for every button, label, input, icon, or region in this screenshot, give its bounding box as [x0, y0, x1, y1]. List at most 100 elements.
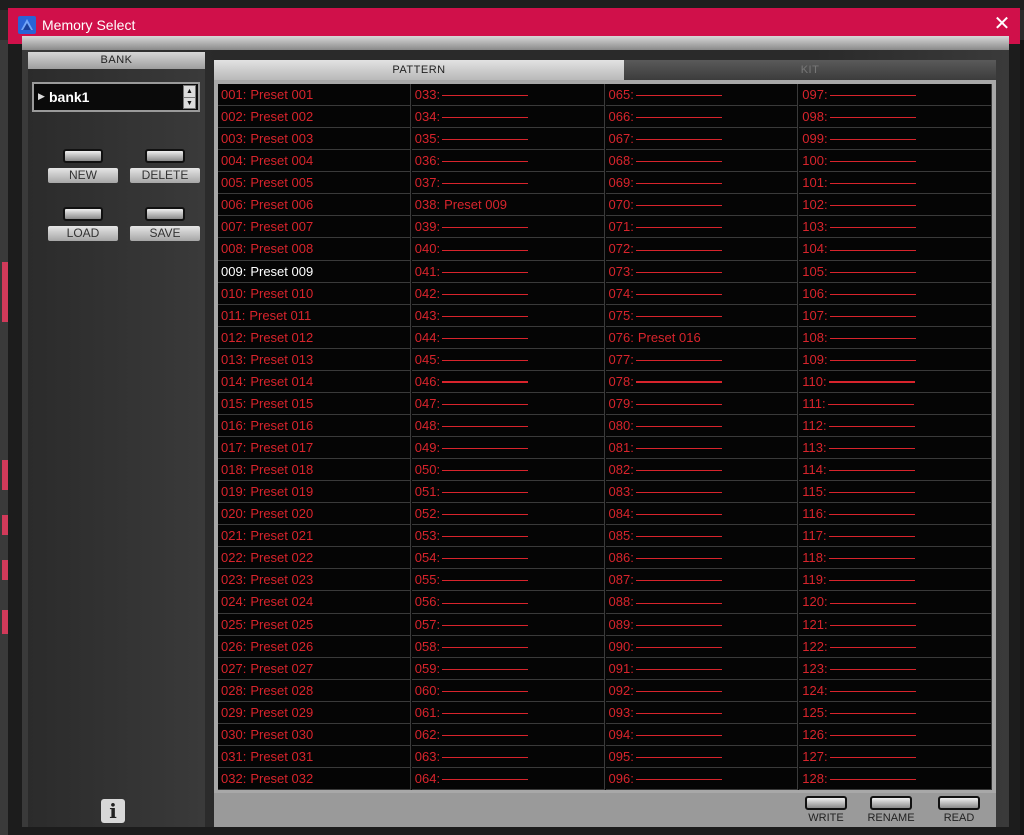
pattern-slot[interactable]: 045:	[411, 348, 605, 371]
pattern-slot[interactable]: 009: Preset 009	[218, 260, 411, 283]
pattern-slot[interactable]: 108:	[799, 326, 992, 349]
pattern-slot[interactable]: 115:	[799, 481, 992, 504]
pattern-slot[interactable]: 125:	[799, 701, 992, 724]
pattern-slot[interactable]: 116:	[799, 503, 992, 526]
pattern-slot[interactable]: 071:	[605, 216, 799, 239]
pattern-slot[interactable]: 099:	[799, 128, 992, 151]
pattern-slot[interactable]: 057:	[411, 613, 605, 636]
delete-button-cap[interactable]	[145, 149, 185, 163]
pattern-slot[interactable]: 093:	[605, 701, 799, 724]
pattern-slot[interactable]: 090:	[605, 635, 799, 658]
pattern-slot[interactable]: 035:	[411, 128, 605, 151]
pattern-slot[interactable]: 082:	[605, 459, 799, 482]
pattern-slot[interactable]: 037:	[411, 172, 605, 195]
pattern-slot[interactable]: 076: Preset 016	[605, 326, 799, 349]
tab-kit[interactable]: KIT	[624, 60, 996, 80]
pattern-slot[interactable]: 092:	[605, 679, 799, 702]
pattern-slot[interactable]: 043:	[411, 304, 605, 327]
pattern-slot[interactable]: 110:	[799, 370, 992, 393]
save-button[interactable]: SAVE	[130, 207, 200, 247]
read-button-cap[interactable]	[938, 796, 980, 810]
pattern-slot[interactable]: 034:	[411, 106, 605, 129]
pattern-slot[interactable]: 121:	[799, 613, 992, 636]
pattern-slot[interactable]: 053:	[411, 525, 605, 548]
read-button[interactable]: READ	[930, 793, 988, 827]
pattern-slot[interactable]: 124:	[799, 679, 992, 702]
pattern-slot[interactable]: 111:	[799, 392, 992, 415]
pattern-slot[interactable]: 127:	[799, 745, 992, 768]
pattern-slot[interactable]: 067:	[605, 128, 799, 151]
close-icon[interactable]: ✕	[990, 12, 1014, 36]
pattern-slot[interactable]: 040:	[411, 238, 605, 261]
pattern-slot[interactable]: 047:	[411, 392, 605, 415]
pattern-slot[interactable]: 094:	[605, 723, 799, 746]
pattern-slot[interactable]: 068:	[605, 150, 799, 173]
pattern-slot[interactable]: 002: Preset 002	[218, 106, 411, 129]
pattern-slot[interactable]: 062:	[411, 723, 605, 746]
pattern-slot[interactable]: 104:	[799, 238, 992, 261]
pattern-slot[interactable]: 023: Preset 023	[218, 569, 411, 592]
pattern-slot[interactable]: 060:	[411, 679, 605, 702]
pattern-slot[interactable]: 044:	[411, 326, 605, 349]
bank-selector[interactable]: ▶ bank1 ▲ ▼	[32, 82, 200, 112]
new-button-cap[interactable]	[63, 149, 103, 163]
pattern-slot[interactable]: 088:	[605, 591, 799, 614]
pattern-slot[interactable]: 032: Preset 032	[218, 767, 411, 790]
pattern-slot[interactable]: 026: Preset 026	[218, 635, 411, 658]
pattern-slot[interactable]: 027: Preset 027	[218, 657, 411, 680]
delete-button[interactable]: DELETE	[130, 149, 200, 189]
load-button-cap[interactable]	[63, 207, 103, 221]
pattern-slot[interactable]: 041:	[411, 260, 605, 283]
pattern-slot[interactable]: 061:	[411, 701, 605, 724]
pattern-slot[interactable]: 097:	[799, 84, 992, 107]
pattern-slot[interactable]: 087:	[605, 569, 799, 592]
pattern-slot[interactable]: 014: Preset 014	[218, 370, 411, 393]
pattern-slot[interactable]: 089:	[605, 613, 799, 636]
pattern-slot[interactable]: 063:	[411, 745, 605, 768]
pattern-slot[interactable]: 126:	[799, 723, 992, 746]
pattern-slot[interactable]: 007: Preset 007	[218, 216, 411, 239]
pattern-slot[interactable]: 128:	[799, 767, 992, 790]
spinner-up-icon[interactable]: ▲	[184, 86, 195, 98]
pattern-slot[interactable]: 084:	[605, 503, 799, 526]
pattern-slot[interactable]: 096:	[605, 767, 799, 790]
pattern-slot[interactable]: 105:	[799, 260, 992, 283]
pattern-slot[interactable]: 075:	[605, 304, 799, 327]
write-button[interactable]: WRITE	[797, 793, 855, 827]
pattern-slot[interactable]: 015: Preset 015	[218, 392, 411, 415]
pattern-slot[interactable]: 018: Preset 018	[218, 459, 411, 482]
pattern-slot[interactable]: 112:	[799, 414, 992, 437]
pattern-slot[interactable]: 042:	[411, 282, 605, 305]
pattern-slot[interactable]: 038: Preset 009	[411, 194, 605, 217]
tab-pattern[interactable]: PATTERN	[214, 60, 624, 80]
pattern-slot[interactable]: 083:	[605, 481, 799, 504]
pattern-slot[interactable]: 074:	[605, 282, 799, 305]
pattern-slot[interactable]: 095:	[605, 745, 799, 768]
pattern-slot[interactable]: 122:	[799, 635, 992, 658]
pattern-slot[interactable]: 106:	[799, 282, 992, 305]
pattern-slot[interactable]: 019: Preset 019	[218, 481, 411, 504]
pattern-slot[interactable]: 118:	[799, 547, 992, 570]
pattern-slot[interactable]: 091:	[605, 657, 799, 680]
bank-spinner[interactable]: ▲ ▼	[183, 85, 196, 109]
pattern-slot[interactable]: 050:	[411, 459, 605, 482]
spinner-down-icon[interactable]: ▼	[184, 98, 195, 109]
pattern-slot[interactable]: 101:	[799, 172, 992, 195]
pattern-slot[interactable]: 079:	[605, 392, 799, 415]
new-button[interactable]: NEW	[48, 149, 118, 189]
rename-button-cap[interactable]	[870, 796, 912, 810]
pattern-slot[interactable]: 031: Preset 031	[218, 745, 411, 768]
pattern-slot[interactable]: 069:	[605, 172, 799, 195]
pattern-slot[interactable]: 064:	[411, 767, 605, 790]
pattern-slot[interactable]: 028: Preset 028	[218, 679, 411, 702]
pattern-slot[interactable]: 073:	[605, 260, 799, 283]
pattern-slot[interactable]: 100:	[799, 150, 992, 173]
pattern-slot[interactable]: 013: Preset 013	[218, 348, 411, 371]
pattern-slot[interactable]: 012: Preset 012	[218, 326, 411, 349]
rename-button[interactable]: RENAME	[862, 793, 920, 827]
pattern-slot[interactable]: 123:	[799, 657, 992, 680]
pattern-slot[interactable]: 107:	[799, 304, 992, 327]
pattern-slot[interactable]: 030: Preset 030	[218, 723, 411, 746]
pattern-slot[interactable]: 065:	[605, 84, 799, 107]
pattern-slot[interactable]: 006: Preset 006	[218, 194, 411, 217]
